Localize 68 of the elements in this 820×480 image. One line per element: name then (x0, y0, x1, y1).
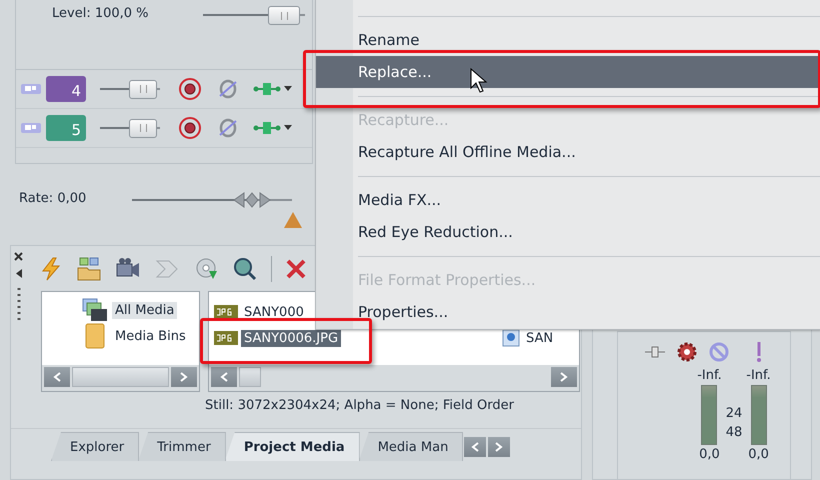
menu-item[interactable]: Media FX... (316, 184, 820, 216)
peak-reading: -Inf. (746, 368, 771, 383)
lightning-icon[interactable] (39, 256, 63, 280)
menu-item[interactable]: Replace... (316, 56, 820, 88)
file-item[interactable]: SANY0006.JPG (241, 330, 342, 346)
slider-thumb[interactable] (232, 192, 272, 208)
status-text: Still: 3072x2304x24; Alpha = None; Field Order (205, 398, 514, 413)
cursor-icon (470, 68, 488, 94)
record-icon[interactable] (178, 116, 202, 140)
file-icon (501, 328, 522, 348)
menu-item[interactable]: Recapture All Offline Media... (316, 136, 820, 168)
track-icon (20, 121, 42, 135)
folder-icon[interactable] (77, 256, 101, 280)
plug-icon[interactable] (644, 346, 666, 358)
menu-item[interactable]: Properties... (316, 296, 820, 328)
slider-thumb[interactable] (268, 6, 300, 25)
track-number[interactable]: 4 (46, 76, 86, 102)
file-item[interactable]: SAN (523, 330, 556, 346)
tree-item[interactable]: All Media (112, 302, 178, 318)
close-icon[interactable] (14, 252, 23, 261)
scroll-right-button[interactable] (551, 367, 577, 387)
chevron-right-icon (495, 442, 504, 452)
tab[interactable]: Explorer (51, 432, 140, 461)
scroll-right-button[interactable] (171, 367, 197, 387)
scroll-left-button[interactable] (44, 367, 70, 387)
meter-reading: 0,0 (699, 447, 720, 462)
peak-reading: -Inf. (697, 368, 722, 383)
delete-icon[interactable] (286, 258, 306, 278)
marker-icon (284, 212, 302, 228)
caret-icon[interactable] (284, 86, 292, 92)
scale-label: 24 (726, 406, 742, 421)
chevron-left-icon (471, 442, 480, 452)
scrollbar-thumb[interactable] (72, 367, 169, 387)
menu-item[interactable]: Rename (316, 24, 820, 56)
solo-icon[interactable] (754, 341, 764, 363)
level-meter (701, 385, 718, 445)
link-icon[interactable] (217, 117, 239, 139)
slider-thumb[interactable] (129, 118, 158, 138)
scroll-left-button[interactable] (211, 367, 237, 387)
tree-item[interactable]: Media Bins (112, 328, 189, 344)
chevron-right-icon (180, 372, 188, 382)
level-meter (750, 385, 767, 445)
search-icon[interactable] (233, 256, 257, 280)
tab-scroll-left-button[interactable] (464, 437, 486, 457)
scale-label: 48 (726, 425, 742, 440)
caret-icon[interactable] (284, 125, 292, 131)
chevron-left-icon (53, 372, 61, 382)
tab[interactable]: Project Media (224, 432, 360, 461)
chevron-left-icon (220, 372, 228, 382)
record-icon[interactable] (178, 77, 202, 101)
tab-scroll-right-button[interactable] (488, 437, 510, 457)
scrollbar-thumb[interactable] (239, 367, 261, 387)
level-label: Level: 100,0 % (52, 6, 149, 21)
mute-icon[interactable] (708, 341, 730, 363)
disc-icon[interactable] (195, 256, 219, 280)
arrow-icon[interactable] (16, 269, 22, 278)
media-icon (82, 298, 108, 322)
tab[interactable]: Media Man (358, 432, 464, 461)
meter-reading: 0,0 (748, 447, 769, 462)
menu-item[interactable]: Red Eye Reduction... (316, 216, 820, 248)
tab[interactable]: Trimmer (138, 432, 226, 461)
track-icon (20, 82, 42, 96)
rate-label: Rate: 0,00 (19, 190, 86, 208)
link-icon[interactable] (217, 78, 239, 100)
slider-thumb[interactable] (129, 80, 158, 98)
chevron-right-icon (560, 372, 568, 382)
gear-icon[interactable] (676, 341, 698, 363)
file-item[interactable]: SANY000 (241, 304, 307, 320)
